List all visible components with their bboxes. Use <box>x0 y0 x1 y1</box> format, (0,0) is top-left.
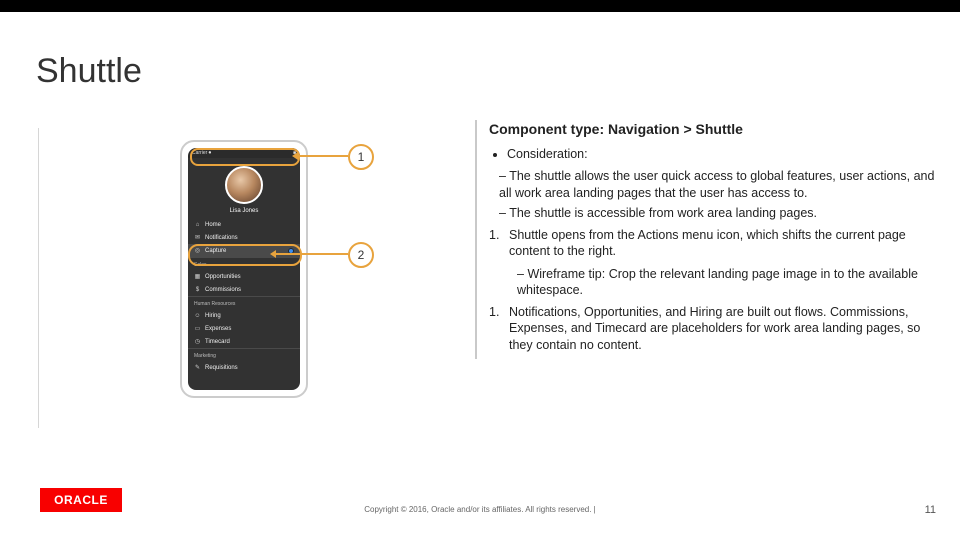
drawer-section-hr: Human Resources <box>188 296 300 309</box>
callout-arrow-1 <box>298 155 348 157</box>
status-left: Carrier ⏺ <box>192 150 211 156</box>
page-title: Shuttle <box>36 52 142 91</box>
status-bar: Carrier ⏺ ■ <box>188 148 300 158</box>
clock-icon: ◷ <box>194 338 201 345</box>
drawer-item-expenses[interactable]: ▭ Expenses <box>188 322 300 335</box>
wireframe-tip: Wireframe tip: Crop the relevant landing… <box>517 266 941 299</box>
drawer-item-label: Commissions <box>205 287 241 293</box>
phone-mockup: Carrier ⏺ ■ Lisa Jones ⌂ Home ✉ Notifica… <box>180 140 308 398</box>
drawer-item-timecard[interactable]: ◷ Timecard <box>188 335 300 348</box>
phone-screen: Carrier ⏺ ■ Lisa Jones ⌂ Home ✉ Notifica… <box>188 148 300 390</box>
consideration-label: Consideration: <box>507 146 941 162</box>
drawer-item-home[interactable]: ⌂ Home <box>188 218 300 231</box>
drawer-item-label: Expenses <box>205 326 231 332</box>
drawer-item-label: Opportunities <box>205 274 241 280</box>
drawer-section-marketing: Marketing <box>188 348 300 361</box>
drawer-item-label: Hiring <box>205 313 221 319</box>
consideration-2: The shuttle is accessible from work area… <box>499 205 941 221</box>
step-2: Notifications, Opportunities, and Hiring… <box>509 304 941 353</box>
capture-icon: ◎ <box>194 247 201 254</box>
callout-badge-1: 1 <box>348 144 374 170</box>
consideration-1: The shuttle allows the user quick access… <box>499 168 941 201</box>
person-icon: ☺ <box>194 312 201 319</box>
drawer-item-capture[interactable]: ◎ Capture <box>188 244 300 257</box>
profile-block: Lisa Jones <box>188 158 300 218</box>
nav-drawer: Lisa Jones ⌂ Home ✉ Notifications ◎ Capt… <box>188 158 300 390</box>
drawer-item-commissions[interactable]: $ Commissions <box>188 283 300 296</box>
grid-icon: ▦ <box>194 273 201 280</box>
drawer-item-label: Capture <box>205 248 226 254</box>
mail-icon: ✉ <box>194 234 201 241</box>
drawer-item-label: Requisitions <box>205 365 238 371</box>
content-heading: Component type: Navigation > Shuttle <box>489 120 941 138</box>
callout-arrow-2 <box>276 253 348 255</box>
drawer-item-notifications[interactable]: ✉ Notifications <box>188 231 300 244</box>
page-number: 11 <box>925 504 936 516</box>
card-icon: ▭ <box>194 325 201 332</box>
callout-badge-2: 2 <box>348 242 374 268</box>
divider-left <box>38 128 39 428</box>
drawer-item-opportunities[interactable]: ▦ Opportunities <box>188 270 300 283</box>
avatar <box>225 166 263 204</box>
slide: Shuttle Carrier ⏺ ■ Lisa Jones ⌂ Home ✉ <box>0 12 960 540</box>
profile-name: Lisa Jones <box>230 208 259 214</box>
copyright-text: Copyright © 2016, Oracle and/or its affi… <box>0 505 960 514</box>
drawer-item-label: Notifications <box>205 235 238 241</box>
drawer-item-label: Timecard <box>205 339 230 345</box>
drawer-item-hiring[interactable]: ☺ Hiring <box>188 309 300 322</box>
pencil-icon: ✎ <box>194 364 201 371</box>
top-black-bar <box>0 0 960 12</box>
content-block: Component type: Navigation > Shuttle Con… <box>475 120 941 359</box>
drawer-section-sales: Sales <box>188 257 300 270</box>
money-icon: $ <box>194 286 201 293</box>
drawer-item-label: Home <box>205 222 221 228</box>
drawer-item-requisitions[interactable]: ✎ Requisitions <box>188 361 300 374</box>
step-1: Shuttle opens from the Actions menu icon… <box>509 227 941 260</box>
home-icon: ⌂ <box>194 221 201 228</box>
